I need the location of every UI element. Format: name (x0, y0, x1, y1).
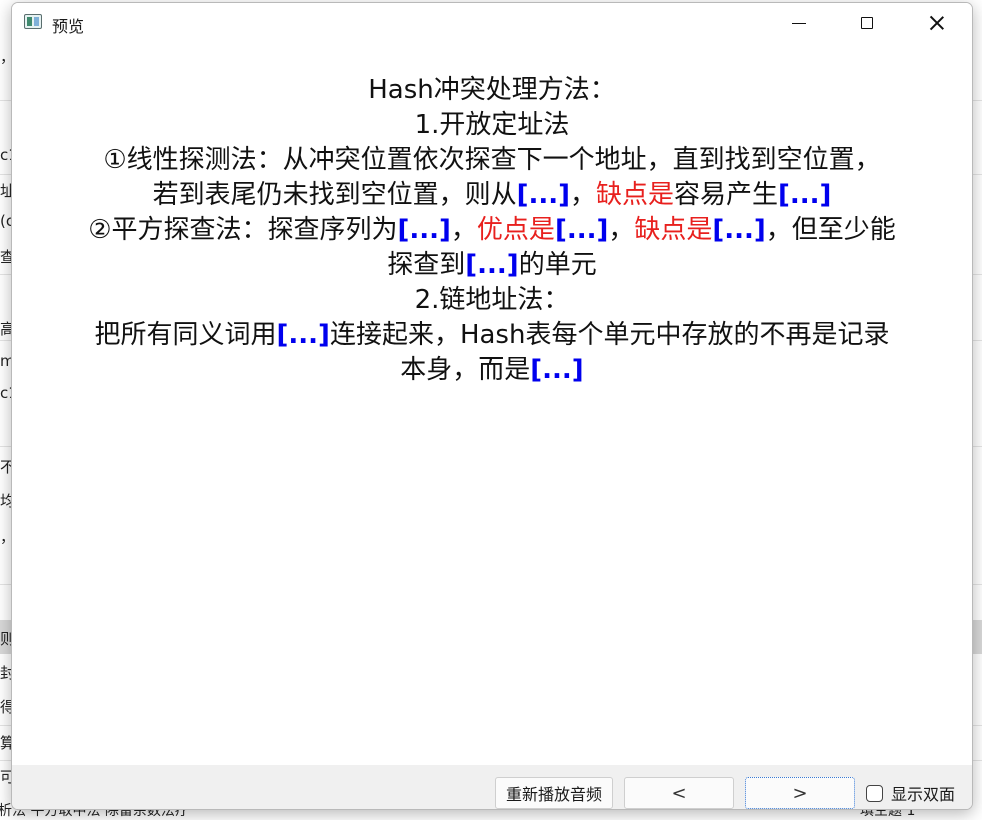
text-segment: ， (450, 215, 477, 245)
text-segment: 探查到 (387, 250, 466, 280)
cloze-blank[interactable]: [...] (398, 215, 451, 245)
text-segment: 容易产生 (674, 180, 779, 210)
double-side-checkbox[interactable] (866, 784, 883, 802)
content-line: ②平方探查法：探查序列为[...]，优点是[...]，缺点是[...]，但至少能 (12, 213, 972, 248)
chevron-left-icon: < (671, 782, 687, 804)
replay-audio-button[interactable]: 重新播放音频 (495, 777, 613, 809)
minimize-button[interactable] (776, 3, 822, 43)
cloze-blank[interactable]: [...] (555, 215, 608, 245)
text-segment: ，但至少能 (765, 215, 896, 245)
cloze-blank[interactable]: [...] (712, 215, 765, 245)
emphasis-text: 缺点是 (634, 215, 713, 245)
bottom-toolbar: 重新播放音频 < > 显示双面 (12, 765, 972, 809)
previous-button[interactable]: < (624, 777, 734, 809)
cloze-blank[interactable]: [...] (517, 180, 570, 210)
next-button[interactable]: > (745, 777, 855, 809)
text-segment: ②平方探查法：探查序列为 (88, 215, 398, 245)
text-segment: 若到表尾仍未找到空位置，则从 (152, 180, 517, 210)
title-bar[interactable]: 预览 (12, 3, 972, 43)
window-title: 预览 (52, 17, 85, 36)
minimize-icon (792, 22, 806, 24)
section-heading: 1.开放定址法 (414, 110, 570, 140)
emphasis-text: 缺点是 (596, 180, 675, 210)
content-line: ①线性探测法：从冲突位置依次探查下一个地址，直到找到空位置， (103, 145, 881, 175)
close-icon (929, 15, 945, 31)
text-segment: 连接起来，Hash表每个单元中存放的不再是记录 (329, 320, 890, 350)
text-segment: 把所有同义词用 (94, 320, 277, 350)
content-line: 把所有同义词用[...]连接起来，Hash表每个单元中存放的不再是记录 (12, 318, 972, 353)
maximize-icon (861, 17, 873, 29)
content-line: 探查到[...]的单元 (12, 248, 972, 283)
cloze-blank[interactable]: [...] (277, 320, 330, 350)
preview-window: 预览 Hash冲突处理方法： 1.开放定址法 ①线性探测法：从冲突位置依次探查下… (11, 2, 973, 810)
double-side-label: 显示双面 (891, 785, 956, 804)
content-line: 本身，而是[...] (12, 353, 972, 388)
emphasis-text: 优点是 (476, 215, 555, 245)
text-segment: 的单元 (518, 250, 597, 280)
text-segment: ， (608, 215, 635, 245)
card-content: Hash冲突处理方法： 1.开放定址法 ①线性探测法：从冲突位置依次探查下一个地… (12, 73, 972, 388)
chevron-right-icon: > (792, 782, 808, 804)
cloze-blank[interactable]: [...] (465, 250, 518, 280)
close-button[interactable] (914, 3, 960, 43)
section-heading: 2.链地址法： (414, 285, 570, 315)
cloze-blank[interactable]: [...] (778, 180, 831, 210)
double-side-toggle[interactable]: 显示双面 (866, 781, 955, 805)
maximize-button[interactable] (844, 3, 890, 43)
content-line: 若到表尾仍未找到空位置，则从[...]，缺点是容易产生[...] (12, 178, 972, 213)
text-segment: ， (569, 180, 596, 210)
cloze-blank[interactable]: [...] (530, 355, 583, 385)
card-title: Hash冲突处理方法： (368, 75, 616, 105)
text-segment: 本身，而是 (400, 355, 531, 385)
app-icon (24, 14, 42, 29)
